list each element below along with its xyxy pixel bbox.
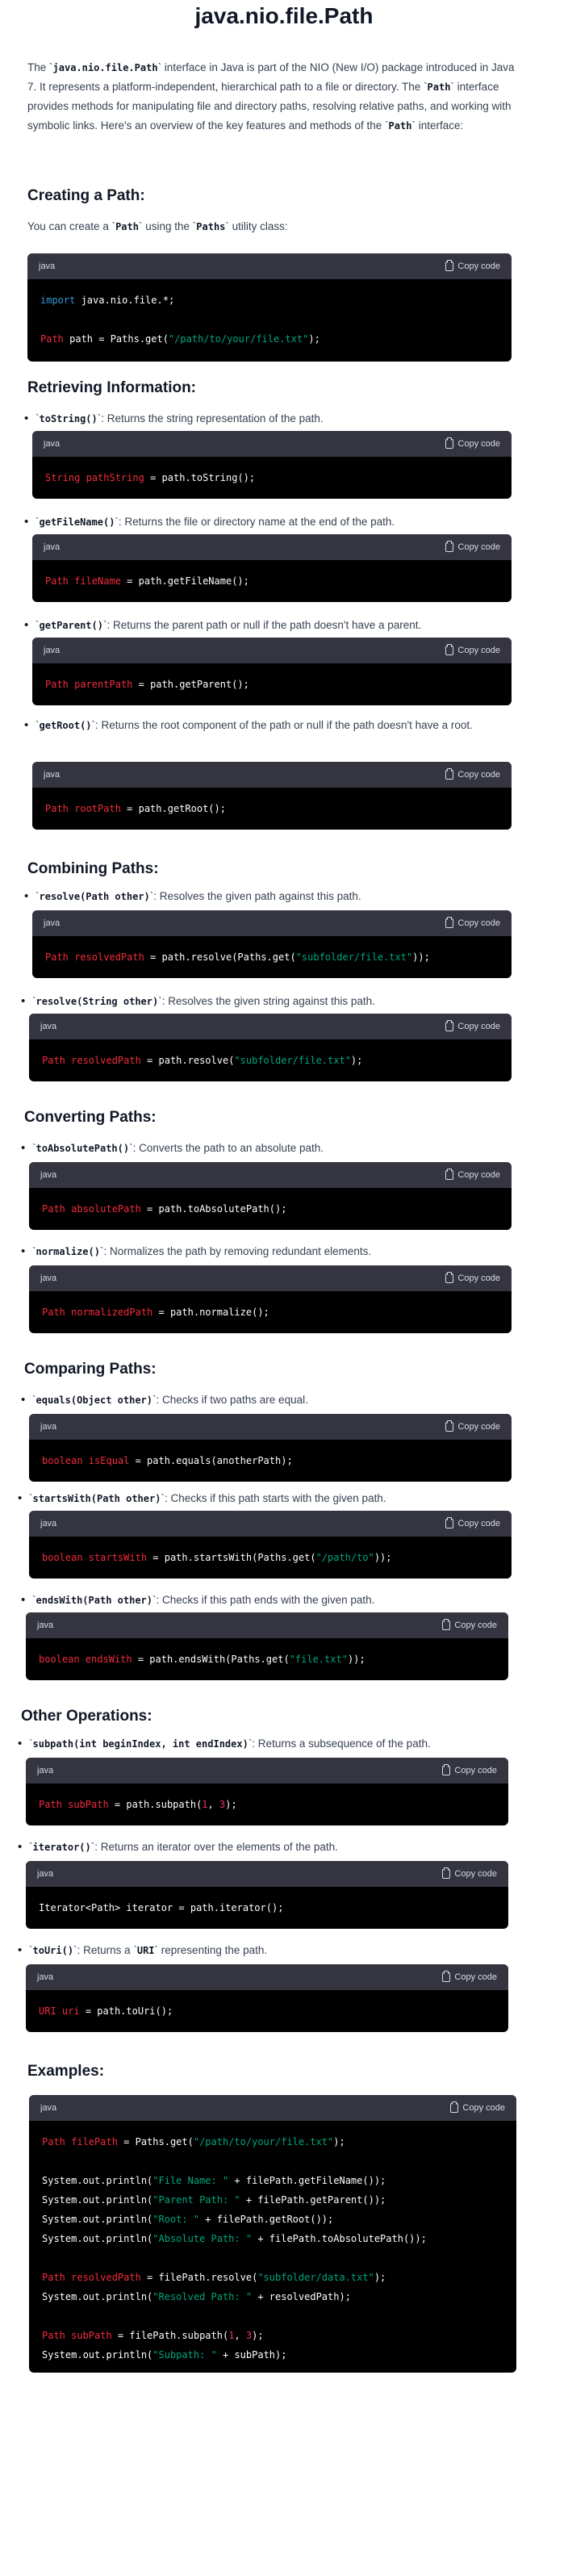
heading-creating: Creating a Path: (27, 187, 145, 204)
list-item-toabsolutepath: `toAbsolutePath()`: Converts the path to… (21, 1140, 516, 1157)
heading-combining: Combining Paths: (27, 860, 159, 877)
code-block-examples: java Copy code Path filePath = Paths.get(… (29, 2095, 516, 2373)
list-item-startswith: `startsWith(Path other)`: Checks if this… (18, 1490, 513, 1508)
list-item-getroot: `getRoot()`: Returns the root component … (24, 717, 520, 734)
clipboard-icon (445, 644, 454, 655)
list-item-resolve-string: `resolve(String other)`: Resolves the gi… (21, 993, 516, 1010)
copy-code-button[interactable]: Copy code (450, 2101, 505, 2113)
clipboard-icon (442, 1764, 451, 1775)
list-item-touri: `toUri()`: Returns a `URI` representing … (18, 1942, 521, 1959)
code-block-getfilename: java Copy code Path fileName = path.getFi… (32, 534, 512, 602)
code-block-toabsolutepath: java Copy code Path absolutePath = path.t… (29, 1162, 512, 1230)
copy-code-button[interactable]: Copy code (445, 437, 500, 449)
code-block-subpath: java Copy code Path subPath = path.subpat… (26, 1758, 508, 1825)
code-block-getroot: java Copy code Path rootPath = path.getRo… (32, 762, 512, 830)
code-block-touri: java Copy code URI uri = path.toUri(); (26, 1964, 508, 2032)
copy-code-button[interactable]: Copy code (445, 1420, 500, 1432)
code-block-getparent: java Copy code Path parentPath = path.get… (32, 638, 512, 705)
copy-code-button[interactable]: Copy code (445, 1517, 500, 1528)
creating-text: You can create a `Path` using the `Paths… (27, 220, 288, 232)
copy-code-button[interactable]: Copy code (445, 260, 500, 271)
code-block-normalize: java Copy code Path normalizedPath = path… (29, 1265, 512, 1333)
page-title: java.nio.file.Path (194, 3, 374, 28)
clipboard-icon (445, 1420, 454, 1432)
code-lang-label: java (39, 261, 56, 271)
list-item-normalize: `normalize()`: Normalizes the path by re… (21, 1243, 516, 1261)
clipboard-icon (445, 437, 454, 449)
heading-converting: Converting Paths: (24, 1109, 157, 1126)
clipboard-icon (450, 2101, 459, 2113)
code-block-iterator: java Copy code Iterator<Path> iterator = … (26, 1861, 508, 1929)
code-block-resolve-path: java Copy code Path resolvedPath = path.r… (32, 910, 512, 978)
heading-retrieving: Retrieving Information: (27, 379, 197, 396)
clipboard-icon (445, 1272, 454, 1283)
code-content: import java.nio.file.*; Path path = Path… (40, 295, 320, 345)
heading-examples: Examples: (27, 2063, 105, 2080)
copy-code-button[interactable]: Copy code (445, 644, 500, 655)
copy-code-button[interactable]: Copy code (445, 917, 500, 928)
code-block-equals: java Copy code boolean isEqual = path.equ… (29, 1414, 512, 1482)
clipboard-icon (442, 1867, 451, 1879)
copy-code-button[interactable]: Copy code (442, 1971, 497, 1982)
clipboard-icon (445, 768, 454, 780)
heading-comparing: Comparing Paths: (24, 1361, 157, 1378)
copy-code-button[interactable]: Copy code (442, 1619, 497, 1630)
list-item-tostring: `toString()`: Returns the string represe… (24, 410, 520, 428)
copy-code-button[interactable]: Copy code (445, 541, 500, 552)
code-block-resolve-string: java Copy code Path resolvedPath = path.r… (29, 1014, 512, 1081)
copy-code-button[interactable]: Copy code (445, 1272, 500, 1283)
code-block-endswith: java Copy code boolean endsWith = path.en… (26, 1612, 508, 1680)
list-item-endswith: `endsWith(Path other)`: Checks if this p… (21, 1591, 516, 1609)
copy-code-button[interactable]: Copy code (445, 1020, 500, 1031)
list-item-subpath: `subpath(int beginIndex, int endIndex)`:… (18, 1735, 521, 1753)
list-item-getfilename: `getFileName()`: Returns the file or dir… (24, 513, 520, 531)
copy-code-button[interactable]: Copy code (445, 768, 500, 780)
clipboard-icon (442, 1971, 451, 1982)
clipboard-icon (445, 541, 454, 552)
list-item-equals: `equals(Object other)`: Checks if two pa… (21, 1391, 516, 1409)
clipboard-icon (445, 917, 454, 928)
code-block-tostring: java Copy code String pathString = path.t… (32, 431, 512, 499)
clipboard-icon (445, 1517, 454, 1528)
clipboard-icon (445, 1169, 454, 1180)
clipboard-icon (445, 1020, 454, 1031)
clipboard-icon (442, 1619, 451, 1630)
heading-other: Other Operations: (21, 1708, 152, 1725)
list-item-getparent: `getParent()`: Returns the parent path o… (24, 617, 520, 634)
copy-code-button[interactable]: Copy code (442, 1764, 497, 1775)
page: java.nio.file.Path The `java.nio.file.Pa… (0, 0, 568, 2576)
intro-paragraph: The `java.nio.file.Path` interface in Ja… (27, 61, 515, 132)
clipboard-icon (445, 260, 454, 271)
list-item-resolve-path: `resolve(Path other)`: Resolves the give… (24, 888, 520, 905)
list-item-iterator: `iterator()`: Returns an iterator over t… (18, 1838, 521, 1856)
code-block-creating: java Copy code import java.nio.file.*; Pa… (27, 253, 512, 362)
code-block-startswith: java Copy code boolean startsWith = path.… (29, 1511, 512, 1579)
copy-code-button[interactable]: Copy code (445, 1169, 500, 1180)
copy-code-button[interactable]: Copy code (442, 1867, 497, 1879)
